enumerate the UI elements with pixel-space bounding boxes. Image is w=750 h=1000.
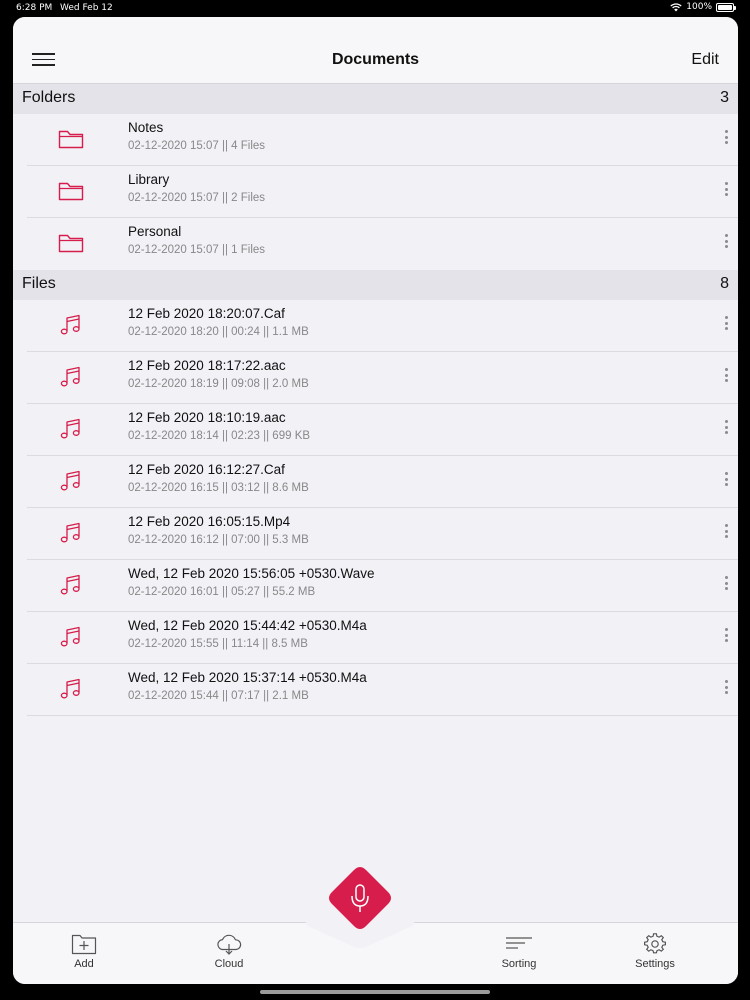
status-bar: 6:28 PM Wed Feb 12 100% (0, 0, 750, 16)
music-note-icon (60, 626, 80, 647)
more-vertical-icon[interactable] (722, 182, 730, 202)
tab-cloud-label: Cloud (214, 958, 244, 970)
file-name: Wed, 12 Feb 2020 15:44:42 +0530.M4a (128, 618, 367, 633)
tab-settings[interactable]: Settings (615, 929, 695, 979)
tab-add[interactable]: Add (44, 929, 124, 979)
add-folder-icon (71, 934, 97, 955)
folder-icon (58, 182, 84, 201)
file-row[interactable]: Wed, 12 Feb 2020 15:44:42 +0530.M4a 02-1… (13, 612, 738, 664)
tab-add-label: Add (74, 958, 94, 970)
file-meta: 02-12-2020 18:19 || 09:08 || 2.0 MB (128, 378, 309, 390)
sort-lines-icon (506, 937, 532, 949)
status-right: 100% (670, 2, 736, 12)
battery-percent: 100% (686, 2, 712, 12)
folder-meta: 02-12-2020 15:07 || 1 Files (128, 244, 266, 256)
more-vertical-icon[interactable] (722, 524, 730, 544)
files-count: 8 (720, 275, 729, 292)
file-row[interactable]: Wed, 12 Feb 2020 15:37:14 +0530.M4a 02-1… (13, 664, 738, 716)
wifi-icon (670, 2, 682, 11)
folder-name: Personal (128, 224, 182, 239)
file-meta: 02-12-2020 15:55 || 11:14 || 8.5 MB (128, 638, 308, 650)
more-vertical-icon[interactable] (722, 130, 730, 150)
file-row[interactable]: Wed, 12 Feb 2020 15:56:05 +0530.Wave 02-… (13, 560, 738, 612)
folder-name: Library (128, 172, 170, 187)
more-vertical-icon[interactable] (722, 628, 730, 648)
file-name: 12 Feb 2020 18:20:07.Caf (128, 306, 285, 321)
music-note-icon (60, 366, 80, 387)
app-screen: Documents Edit Folders 3 Notes 02-12-202… (13, 17, 738, 984)
music-note-icon (60, 314, 80, 335)
file-name: 12 Feb 2020 18:10:19.aac (128, 410, 286, 425)
folders-count: 3 (720, 89, 729, 106)
music-note-icon (60, 522, 80, 543)
folder-icon (58, 234, 84, 253)
music-note-icon (60, 470, 80, 491)
tab-settings-label: Settings (635, 958, 675, 970)
file-name: Wed, 12 Feb 2020 15:37:14 +0530.M4a (128, 670, 367, 685)
music-note-icon (60, 574, 80, 595)
folder-row-library[interactable]: Library 02-12-2020 15:07 || 2 Files (13, 166, 738, 218)
file-row[interactable]: 12 Feb 2020 16:05:15.Mp4 02-12-2020 16:1… (13, 508, 738, 560)
file-name: 12 Feb 2020 16:12:27.Caf (128, 462, 285, 477)
record-button[interactable] (327, 865, 393, 931)
more-vertical-icon[interactable] (722, 576, 730, 596)
battery-icon (716, 2, 736, 12)
more-vertical-icon[interactable] (722, 680, 730, 700)
music-note-icon (60, 678, 80, 699)
file-meta: 02-12-2020 16:15 || 03:12 || 8.6 MB (128, 482, 309, 494)
folders-title: Folders (22, 89, 76, 106)
more-vertical-icon[interactable] (722, 420, 730, 440)
files-section-header: Files 8 (13, 270, 738, 300)
menu-icon[interactable] (32, 53, 55, 66)
folder-meta: 02-12-2020 15:07 || 4 Files (128, 140, 266, 152)
home-indicator[interactable] (260, 990, 490, 994)
tab-sorting[interactable]: Sorting (479, 929, 559, 979)
folder-name: Notes (128, 120, 164, 135)
file-row[interactable]: 12 Feb 2020 18:20:07.Caf 02-12-2020 18:2… (13, 300, 738, 352)
more-vertical-icon[interactable] (722, 316, 730, 336)
files-title: Files (22, 275, 56, 292)
more-vertical-icon[interactable] (722, 368, 730, 388)
folder-row-notes[interactable]: Notes 02-12-2020 15:07 || 4 Files (13, 114, 738, 166)
edit-button[interactable]: Edit (691, 51, 719, 69)
folder-row-personal[interactable]: Personal 02-12-2020 15:07 || 1 Files (13, 218, 738, 270)
status-date: Wed Feb 12 (60, 3, 113, 13)
folders-section-header: Folders 3 (13, 84, 738, 114)
file-meta: 02-12-2020 18:20 || 00:24 || 1.1 MB (128, 326, 309, 338)
navigation-bar: Documents Edit (13, 17, 738, 84)
page-title: Documents (331, 51, 420, 68)
gear-icon (644, 933, 666, 954)
tab-cloud[interactable]: Cloud (189, 929, 269, 979)
more-vertical-icon[interactable] (722, 472, 730, 492)
file-meta: 02-12-2020 18:14 || 02:23 || 699 KB (128, 430, 311, 442)
file-meta: 02-12-2020 16:01 || 05:27 || 55.2 MB (128, 586, 316, 598)
file-name: Wed, 12 Feb 2020 15:56:05 +0530.Wave (128, 566, 375, 581)
file-meta: 02-12-2020 16:12 || 07:00 || 5.3 MB (128, 534, 309, 546)
music-note-icon (60, 418, 80, 439)
file-name: 12 Feb 2020 18:17:22.aac (128, 358, 286, 373)
status-time: 6:28 PM (16, 3, 53, 13)
more-vertical-icon[interactable] (722, 234, 730, 254)
file-name: 12 Feb 2020 16:05:15.Mp4 (128, 514, 291, 529)
folder-icon (58, 130, 84, 149)
cloud-icon (217, 934, 242, 955)
file-row[interactable]: 12 Feb 2020 16:12:27.Caf 02-12-2020 16:1… (13, 456, 738, 508)
row-divider (27, 715, 738, 716)
file-row[interactable]: 12 Feb 2020 18:17:22.aac 02-12-2020 18:1… (13, 352, 738, 404)
file-meta: 02-12-2020 15:44 || 07:17 || 2.1 MB (128, 690, 309, 702)
folder-meta: 02-12-2020 15:07 || 2 Files (128, 192, 266, 204)
file-row[interactable]: 12 Feb 2020 18:10:19.aac 02-12-2020 18:1… (13, 404, 738, 456)
tab-sorting-label: Sorting (501, 958, 537, 970)
